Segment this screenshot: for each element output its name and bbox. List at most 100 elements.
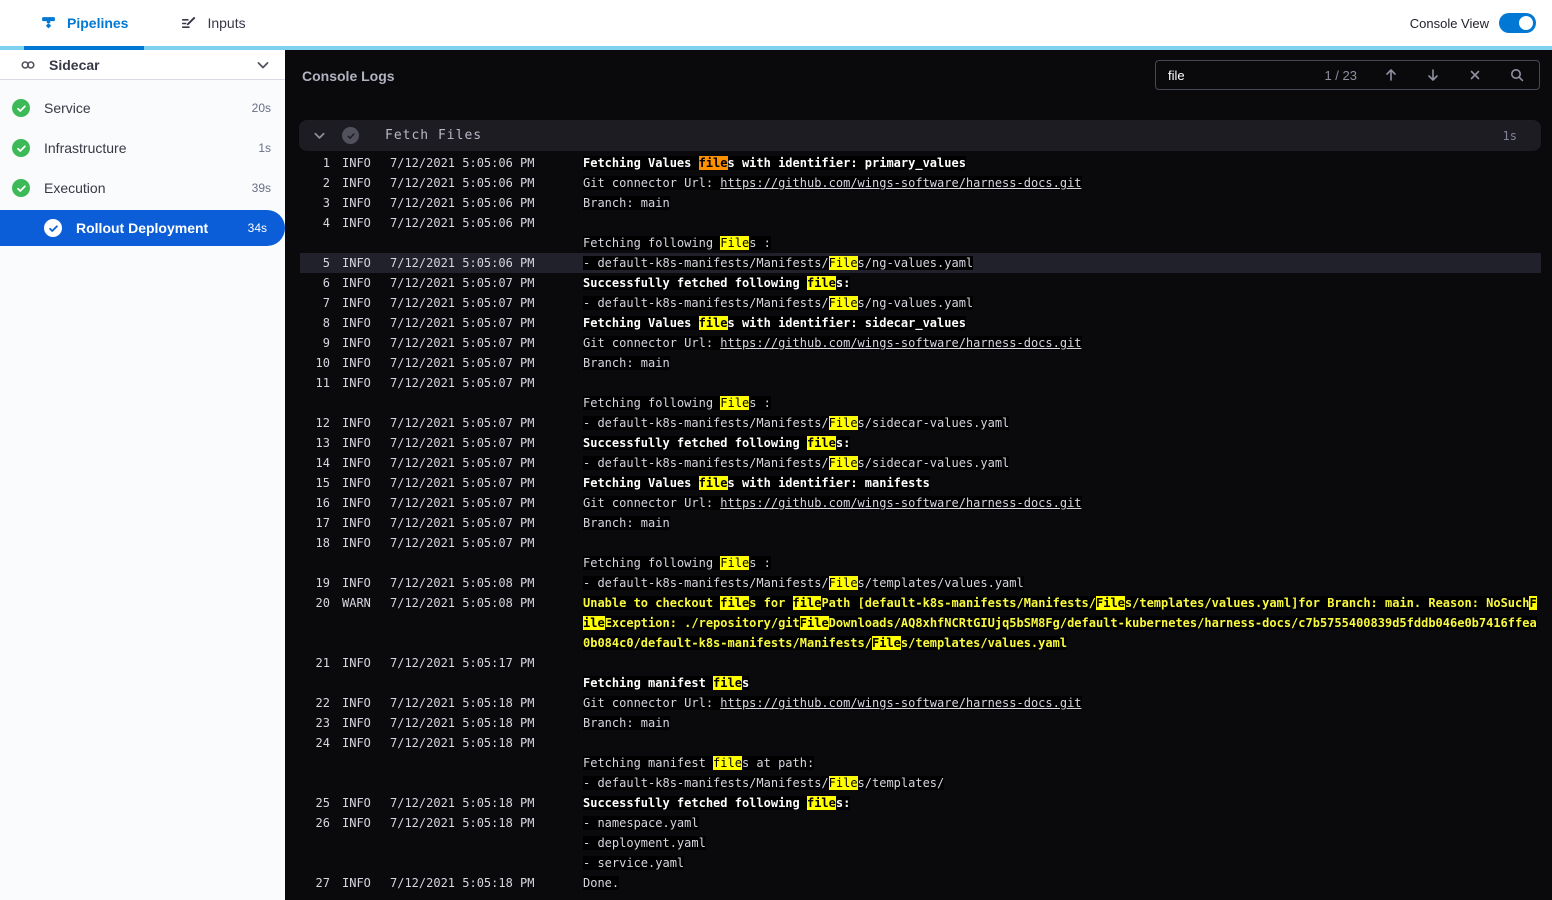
top-nav: Pipelines Inputs Console View xyxy=(0,0,1552,46)
log-timestamp: 7/12/2021 5:05:06 PM xyxy=(390,256,535,270)
log-timestamp: 7/12/2021 5:05:07 PM xyxy=(390,296,535,310)
log-level: INFO xyxy=(342,356,371,370)
log-level: INFO xyxy=(342,196,371,210)
search-match: File xyxy=(720,556,750,570)
log-timestamp: 7/12/2021 5:05:18 PM xyxy=(390,876,535,890)
log-message: - namespace.yaml xyxy=(583,816,699,830)
search-icon[interactable] xyxy=(1509,67,1525,83)
collapse-chevron-icon[interactable] xyxy=(312,128,327,143)
log-timestamp: 7/12/2021 5:05:07 PM xyxy=(390,336,535,350)
log-line: 27 INFO 7/12/2021 5:05:18 PM Done. xyxy=(300,873,1541,893)
log-message: Fetching following Files : xyxy=(583,556,771,570)
sidebar-item-service[interactable]: Service 20s xyxy=(0,88,285,128)
log-level: INFO xyxy=(342,176,371,190)
log-line-number: 13 xyxy=(315,436,330,450)
log-link[interactable]: https://github.com/wings-software/harnes… xyxy=(720,696,1081,710)
log-line-number: 8 xyxy=(322,316,330,330)
check-circle-icon xyxy=(12,99,30,117)
log-message: Fetching following Files : xyxy=(583,396,771,410)
log-section-duration: 1s xyxy=(1502,128,1517,143)
log-message: - default-k8s-manifests/Manifests/Files/… xyxy=(583,416,1010,430)
arrow-down-icon[interactable] xyxy=(1425,67,1441,83)
log-message xyxy=(583,653,1541,673)
log-level xyxy=(342,233,380,253)
log-timestamp: 7/12/2021 5:05:06 PM xyxy=(390,216,535,230)
sidebar-header-sidecar[interactable]: Sidecar xyxy=(0,50,285,80)
sidebar-item-rollout-deployment[interactable]: Rollout Deployment 34s xyxy=(0,210,285,246)
log-level: INFO xyxy=(342,296,371,310)
log-message xyxy=(583,213,1541,233)
search-match: File xyxy=(828,576,858,590)
log-link[interactable]: https://github.com/wings-software/harnes… xyxy=(720,336,1081,350)
log-timestamp: 7/12/2021 5:05:07 PM xyxy=(390,316,535,330)
step-label: Infrastructure xyxy=(44,140,127,156)
log-timestamp: 7/12/2021 5:05:18 PM xyxy=(390,696,535,710)
log-level xyxy=(342,553,380,573)
log-message: Branch: main xyxy=(583,516,670,530)
log-message: Successfully fetched following files: xyxy=(583,276,851,290)
log-timestamp: 7/12/2021 5:05:08 PM xyxy=(390,576,535,590)
log-line-number: 5 xyxy=(322,256,330,270)
log-line-number: 15 xyxy=(315,476,330,490)
log-message: Git connector Url: https://github.com/wi… xyxy=(583,496,1082,510)
step-success-icon xyxy=(342,127,359,144)
log-level: INFO xyxy=(342,656,371,670)
log-message: Done. xyxy=(583,876,620,890)
log-section-header-fetch-files[interactable]: Fetch Files 1s xyxy=(299,120,1541,151)
log-link[interactable]: https://github.com/wings-software/harnes… xyxy=(720,176,1081,190)
tab-pipelines[interactable]: Pipelines xyxy=(40,15,128,32)
chevron-down-icon[interactable] xyxy=(255,57,271,73)
log-line: 22 INFO 7/12/2021 5:05:18 PM Git connector … xyxy=(300,693,1541,713)
log-line: 12 INFO 7/12/2021 5:05:07 PM - default-k8s-… xyxy=(300,413,1541,433)
log-message: Git connector Url: https://github.com/wi… xyxy=(583,176,1082,190)
arrow-up-icon[interactable] xyxy=(1383,67,1399,83)
log-line: 23 INFO 7/12/2021 5:05:18 PM Branch: main xyxy=(300,713,1541,733)
log-line-number: 26 xyxy=(315,816,330,830)
log-line-number: 9 xyxy=(322,336,330,350)
log-timestamp: 7/12/2021 5:05:07 PM xyxy=(390,536,535,550)
log-level xyxy=(342,393,380,413)
log-line: 26 INFO 7/12/2021 5:05:18 PM - namespace.ya… xyxy=(300,813,1541,833)
log-level xyxy=(342,753,380,773)
log-line: 20 WARN 7/12/2021 5:05:08 PM Unable to chec… xyxy=(300,593,1541,653)
log-message: Fetching manifest files at path: xyxy=(583,756,815,770)
console-view-toggle[interactable] xyxy=(1499,13,1536,33)
step-label: Rollout Deployment xyxy=(76,220,209,236)
search-input[interactable] xyxy=(1168,67,1325,83)
log-line: 4 INFO 7/12/2021 5:05:06 PM xyxy=(300,213,1541,233)
search-match: File xyxy=(828,256,858,270)
log-link[interactable]: https://github.com/wings-software/harnes… xyxy=(720,496,1081,510)
log-timestamp xyxy=(390,753,536,773)
log-line-number xyxy=(300,753,330,773)
log-message: - deployment.yaml xyxy=(583,836,706,850)
log-line: Fetching following Files : xyxy=(300,553,1541,573)
sidebar-item-infrastructure[interactable]: Infrastructure 1s xyxy=(0,128,285,168)
log-level: INFO xyxy=(342,436,371,450)
log-line-number: 25 xyxy=(315,796,330,810)
log-line: 7 INFO 7/12/2021 5:05:07 PM - default-k8s-m… xyxy=(300,293,1541,313)
log-timestamp: 7/12/2021 5:05:07 PM xyxy=(390,416,535,430)
sidebar-item-execution[interactable]: Execution 39s xyxy=(0,168,285,208)
log-line-number xyxy=(300,833,330,853)
log-line: 5 INFO 7/12/2021 5:05:06 PM - default-k8s-m… xyxy=(300,253,1541,273)
tab-inputs[interactable]: Inputs xyxy=(180,15,246,32)
log-line-number: 4 xyxy=(322,216,330,230)
log-level: INFO xyxy=(342,376,371,390)
search-match: file xyxy=(698,316,728,330)
search-match: file xyxy=(698,156,728,170)
log-line-number: 17 xyxy=(315,516,330,530)
search-match: file xyxy=(806,796,836,810)
close-icon[interactable] xyxy=(1467,67,1483,83)
step-duration: 34s xyxy=(247,221,267,235)
log-line: 24 INFO 7/12/2021 5:05:18 PM xyxy=(300,733,1541,753)
search-match: File xyxy=(1096,596,1125,610)
log-line-number: 16 xyxy=(315,496,330,510)
search-match: file xyxy=(720,596,750,610)
log-level: WARN xyxy=(342,596,371,610)
log-line-number xyxy=(300,553,330,573)
log-message: Branch: main xyxy=(583,356,670,370)
log-message: Successfully fetched following files: xyxy=(583,436,851,450)
check-circle-icon xyxy=(12,139,30,157)
log-timestamp: 7/12/2021 5:05:18 PM xyxy=(390,816,535,830)
log-line: 3 INFO 7/12/2021 5:05:06 PM Branch: main xyxy=(300,193,1541,213)
